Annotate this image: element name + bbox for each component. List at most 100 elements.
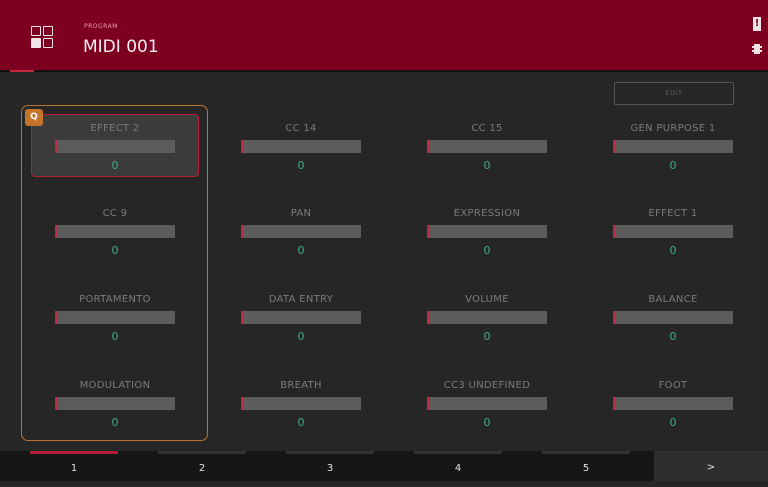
knob-label: CC 15 xyxy=(471,123,503,134)
knob-cc3-undefined[interactable]: CC3 UNDEFINED 0 xyxy=(417,380,557,442)
knob-breath[interactable]: BREATH 0 xyxy=(231,380,371,442)
knob-label: GEN PURPOSE 1 xyxy=(630,123,716,134)
knob-label: MODULATION xyxy=(79,380,151,391)
knob-value: 0 xyxy=(297,159,305,172)
knob-label: EFFECT 1 xyxy=(648,208,698,219)
knob-value-fill xyxy=(55,140,57,153)
header-accent-line xyxy=(10,70,34,72)
program-label: PROGRAM xyxy=(84,23,118,30)
tab-indicator xyxy=(158,451,246,454)
tab-indicator xyxy=(542,451,630,454)
knob-value: 0 xyxy=(669,159,677,172)
knob-value-fill xyxy=(427,397,429,410)
knob-value-fill xyxy=(613,225,615,238)
knob-label: VOLUME xyxy=(465,294,509,305)
knob-foot[interactable]: FOOT 0 xyxy=(603,380,743,442)
edit-button[interactable]: EDIT xyxy=(614,82,734,105)
knob-value-bar xyxy=(241,225,361,238)
knob-modulation[interactable]: MODULATION 0 xyxy=(45,380,185,442)
knob-pan[interactable]: PAN 0 xyxy=(231,208,371,270)
knob-gen-purpose-1[interactable]: GEN PURPOSE 1 0 xyxy=(603,123,743,185)
next-page-button[interactable]: > xyxy=(654,451,768,481)
knob-value: 0 xyxy=(483,244,491,257)
knob-value-fill xyxy=(427,225,429,238)
knob-value-bar xyxy=(613,140,733,153)
chip-icon[interactable] xyxy=(752,44,762,54)
knob-effect-2[interactable]: EFFECT 2 0 xyxy=(45,123,185,185)
tab-label: 4 xyxy=(454,463,462,474)
knob-value-bar xyxy=(613,397,733,410)
q-link-badge: Q xyxy=(25,109,43,126)
knob-value-bar xyxy=(613,311,733,324)
knob-value-fill xyxy=(241,140,243,153)
program-name[interactable]: MIDI 001 xyxy=(83,37,159,57)
knob-value: 0 xyxy=(297,416,305,429)
knob-value-bar xyxy=(55,225,175,238)
knob-value-fill xyxy=(55,311,57,324)
tab-label: 2 xyxy=(198,463,206,474)
knob-value-bar xyxy=(241,140,361,153)
knob-value-fill xyxy=(241,225,243,238)
knob-cc-14[interactable]: CC 14 0 xyxy=(231,123,371,185)
knob-data-entry[interactable]: DATA ENTRY 0 xyxy=(231,294,371,356)
knob-value-bar xyxy=(55,140,175,153)
tab-indicator xyxy=(414,451,502,454)
knob-value: 0 xyxy=(669,330,677,343)
knob-value: 0 xyxy=(111,244,119,257)
knob-value-fill xyxy=(241,397,243,410)
knob-cc-9[interactable]: CC 9 0 xyxy=(45,208,185,270)
knob-label: DATA ENTRY xyxy=(268,294,334,305)
knob-value: 0 xyxy=(111,330,119,343)
knob-value-bar xyxy=(241,397,361,410)
knob-label: CC3 UNDEFINED xyxy=(443,380,531,391)
tab-5[interactable]: 5 xyxy=(522,451,650,481)
knob-label: BREATH xyxy=(280,380,322,391)
knob-label: CC 14 xyxy=(285,123,317,134)
knob-value: 0 xyxy=(669,244,677,257)
knob-portamento[interactable]: PORTAMENTO 0 xyxy=(45,294,185,356)
knob-value: 0 xyxy=(111,159,119,172)
tab-label: 5 xyxy=(582,463,590,474)
knob-value-bar xyxy=(55,397,175,410)
tab-4[interactable]: 4 xyxy=(394,451,522,481)
knob-value-fill xyxy=(427,140,429,153)
knob-value: 0 xyxy=(297,330,305,343)
knob-effect-1[interactable]: EFFECT 1 0 xyxy=(603,208,743,270)
knob-value-fill xyxy=(613,311,615,324)
grid-menu-icon[interactable] xyxy=(31,26,53,48)
knob-value-bar xyxy=(613,225,733,238)
tab-1[interactable]: 1 xyxy=(10,451,138,481)
knob-value-fill xyxy=(613,397,615,410)
knob-label: PORTAMENTO xyxy=(79,294,151,305)
knob-value-bar xyxy=(427,311,547,324)
knob-value: 0 xyxy=(669,416,677,429)
knob-label: PAN xyxy=(290,208,312,219)
header-bar xyxy=(0,0,768,70)
tab-indicator xyxy=(286,451,374,454)
knob-balance[interactable]: BALANCE 0 xyxy=(603,294,743,356)
knob-cc-15[interactable]: CC 15 0 xyxy=(417,123,557,185)
knob-value: 0 xyxy=(483,159,491,172)
knob-value-fill xyxy=(55,397,57,410)
knob-volume[interactable]: VOLUME 0 xyxy=(417,294,557,356)
tab-label: 3 xyxy=(326,463,334,474)
header-divider xyxy=(0,70,768,72)
knob-value-bar xyxy=(427,140,547,153)
tab-2[interactable]: 2 xyxy=(138,451,266,481)
knob-expression[interactable]: EXPRESSION 0 xyxy=(417,208,557,270)
tab-indicator xyxy=(30,451,118,454)
knob-label: EXPRESSION xyxy=(453,208,521,219)
knob-value-fill xyxy=(241,311,243,324)
knob-value: 0 xyxy=(483,416,491,429)
knob-value: 0 xyxy=(111,416,119,429)
knob-label: EFFECT 2 xyxy=(90,123,140,134)
warning-icon[interactable]: ! xyxy=(753,17,761,31)
knob-value-fill xyxy=(613,140,615,153)
knob-label: FOOT xyxy=(658,380,688,391)
tab-3[interactable]: 3 xyxy=(266,451,394,481)
next-page-label: > xyxy=(706,462,716,473)
knob-label: BALANCE xyxy=(648,294,698,305)
knob-label: CC 9 xyxy=(102,208,128,219)
knob-value-bar xyxy=(55,311,175,324)
knob-value-bar xyxy=(427,225,547,238)
